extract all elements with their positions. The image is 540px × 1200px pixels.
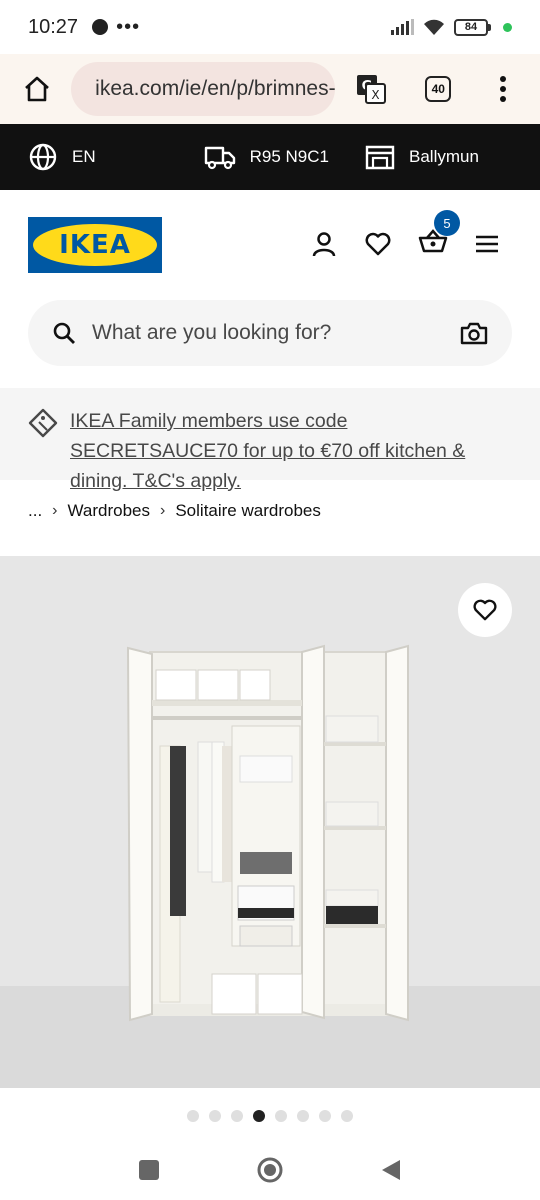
menu-icon[interactable]: [474, 233, 500, 255]
home-icon: [24, 76, 49, 102]
search-placeholder: What are you looking for?: [92, 321, 332, 344]
more-vert-icon: [500, 76, 507, 102]
carousel-dot[interactable]: [231, 1110, 243, 1122]
status-time: 10:27: [28, 15, 79, 38]
svg-text:X: X: [371, 88, 379, 102]
account-icon[interactable]: [310, 230, 338, 258]
breadcrumb-solitaire-wardrobes[interactable]: Solitaire wardrobes: [175, 501, 321, 521]
carousel-indicators: [0, 1110, 540, 1122]
back-icon[interactable]: [380, 1158, 402, 1182]
site-header: IKEA 5: [0, 190, 540, 296]
status-more-icon: •••: [116, 15, 141, 38]
carousel-dot[interactable]: [319, 1110, 331, 1122]
header-actions: 5: [310, 210, 500, 259]
breadcrumb-wardrobes[interactable]: Wardrobes: [68, 501, 151, 521]
breadcrumb-ellipsis[interactable]: ...: [28, 501, 42, 521]
address-bar[interactable]: ikea.com/ie/en/p/brimnes-wardrobe: [71, 62, 335, 116]
store-label: Ballymun: [409, 147, 479, 166]
store-selector[interactable]: Ballymun: [365, 144, 479, 170]
battery-icon: 84: [454, 18, 491, 36]
status-bar: 10:27 ••• 84: [0, 0, 540, 54]
store-icon: [365, 145, 395, 170]
carousel-dot[interactable]: [187, 1110, 199, 1122]
carousel-dot[interactable]: [275, 1110, 287, 1122]
recents-icon[interactable]: [138, 1159, 160, 1181]
more-menu-button[interactable]: [481, 66, 526, 112]
wifi-icon: [424, 19, 444, 35]
carousel-dot[interactable]: [297, 1110, 309, 1122]
truck-icon: [204, 146, 235, 170]
language-label: EN: [72, 147, 96, 166]
signal-icon: [391, 19, 414, 35]
tag-icon: [28, 408, 58, 438]
browser-toolbar: ikea.com/ie/en/p/brimnes-wardrobe G X 40: [0, 54, 540, 124]
privacy-indicator-icon: [503, 22, 512, 32]
system-navigation-bar: [0, 1140, 540, 1200]
wishlist-icon[interactable]: [364, 231, 392, 257]
translate-icon: G X: [357, 75, 387, 104]
product-image[interactable]: [0, 556, 540, 1088]
logo-text: IKEA: [59, 230, 131, 260]
home-nav-icon[interactable]: [256, 1156, 284, 1184]
translate-button[interactable]: G X: [349, 66, 394, 112]
status-right: 84: [391, 18, 512, 36]
utility-bar: EN R95 N9C1 Ballymun: [0, 124, 540, 190]
language-selector[interactable]: EN: [28, 142, 96, 172]
search-icon: [53, 322, 75, 344]
postcode-label: R95 N9C1: [249, 147, 329, 166]
globe-icon: [29, 143, 57, 171]
breadcrumb: ... › Wardrobes › Solitaire wardrobes: [28, 500, 321, 522]
notification-dot-icon: [92, 19, 109, 35]
promo-banner: IKEA Family members use code SECRETSAUCE…: [0, 388, 540, 492]
tabs-icon: 40: [425, 76, 452, 102]
carousel-dot[interactable]: [209, 1110, 221, 1122]
promo-link[interactable]: IKEA Family members use code SECRETSAUCE…: [70, 406, 512, 492]
search-input[interactable]: What are you looking for?: [28, 300, 512, 366]
wardrobe-illustration: [126, 644, 409, 1022]
battery-level: 84: [454, 18, 488, 36]
carousel-dot[interactable]: [341, 1110, 353, 1122]
url-text: ikea.com/ie/en/p/brimnes-wardrobe: [95, 77, 334, 100]
home-button[interactable]: [14, 66, 59, 112]
camera-icon[interactable]: [460, 321, 488, 345]
carousel-dot[interactable]: [253, 1110, 265, 1122]
chevron-right-icon: ›: [160, 502, 166, 519]
save-to-list-button[interactable]: [458, 583, 512, 637]
cart-button[interactable]: 5: [418, 210, 460, 259]
tabs-button[interactable]: 40: [416, 66, 461, 112]
ikea-logo[interactable]: IKEA: [28, 217, 162, 273]
heart-icon: [473, 599, 497, 621]
delivery-postcode[interactable]: R95 N9C1: [204, 144, 329, 170]
cart-count-badge: 5: [434, 210, 460, 236]
chevron-right-icon: ›: [52, 502, 58, 519]
